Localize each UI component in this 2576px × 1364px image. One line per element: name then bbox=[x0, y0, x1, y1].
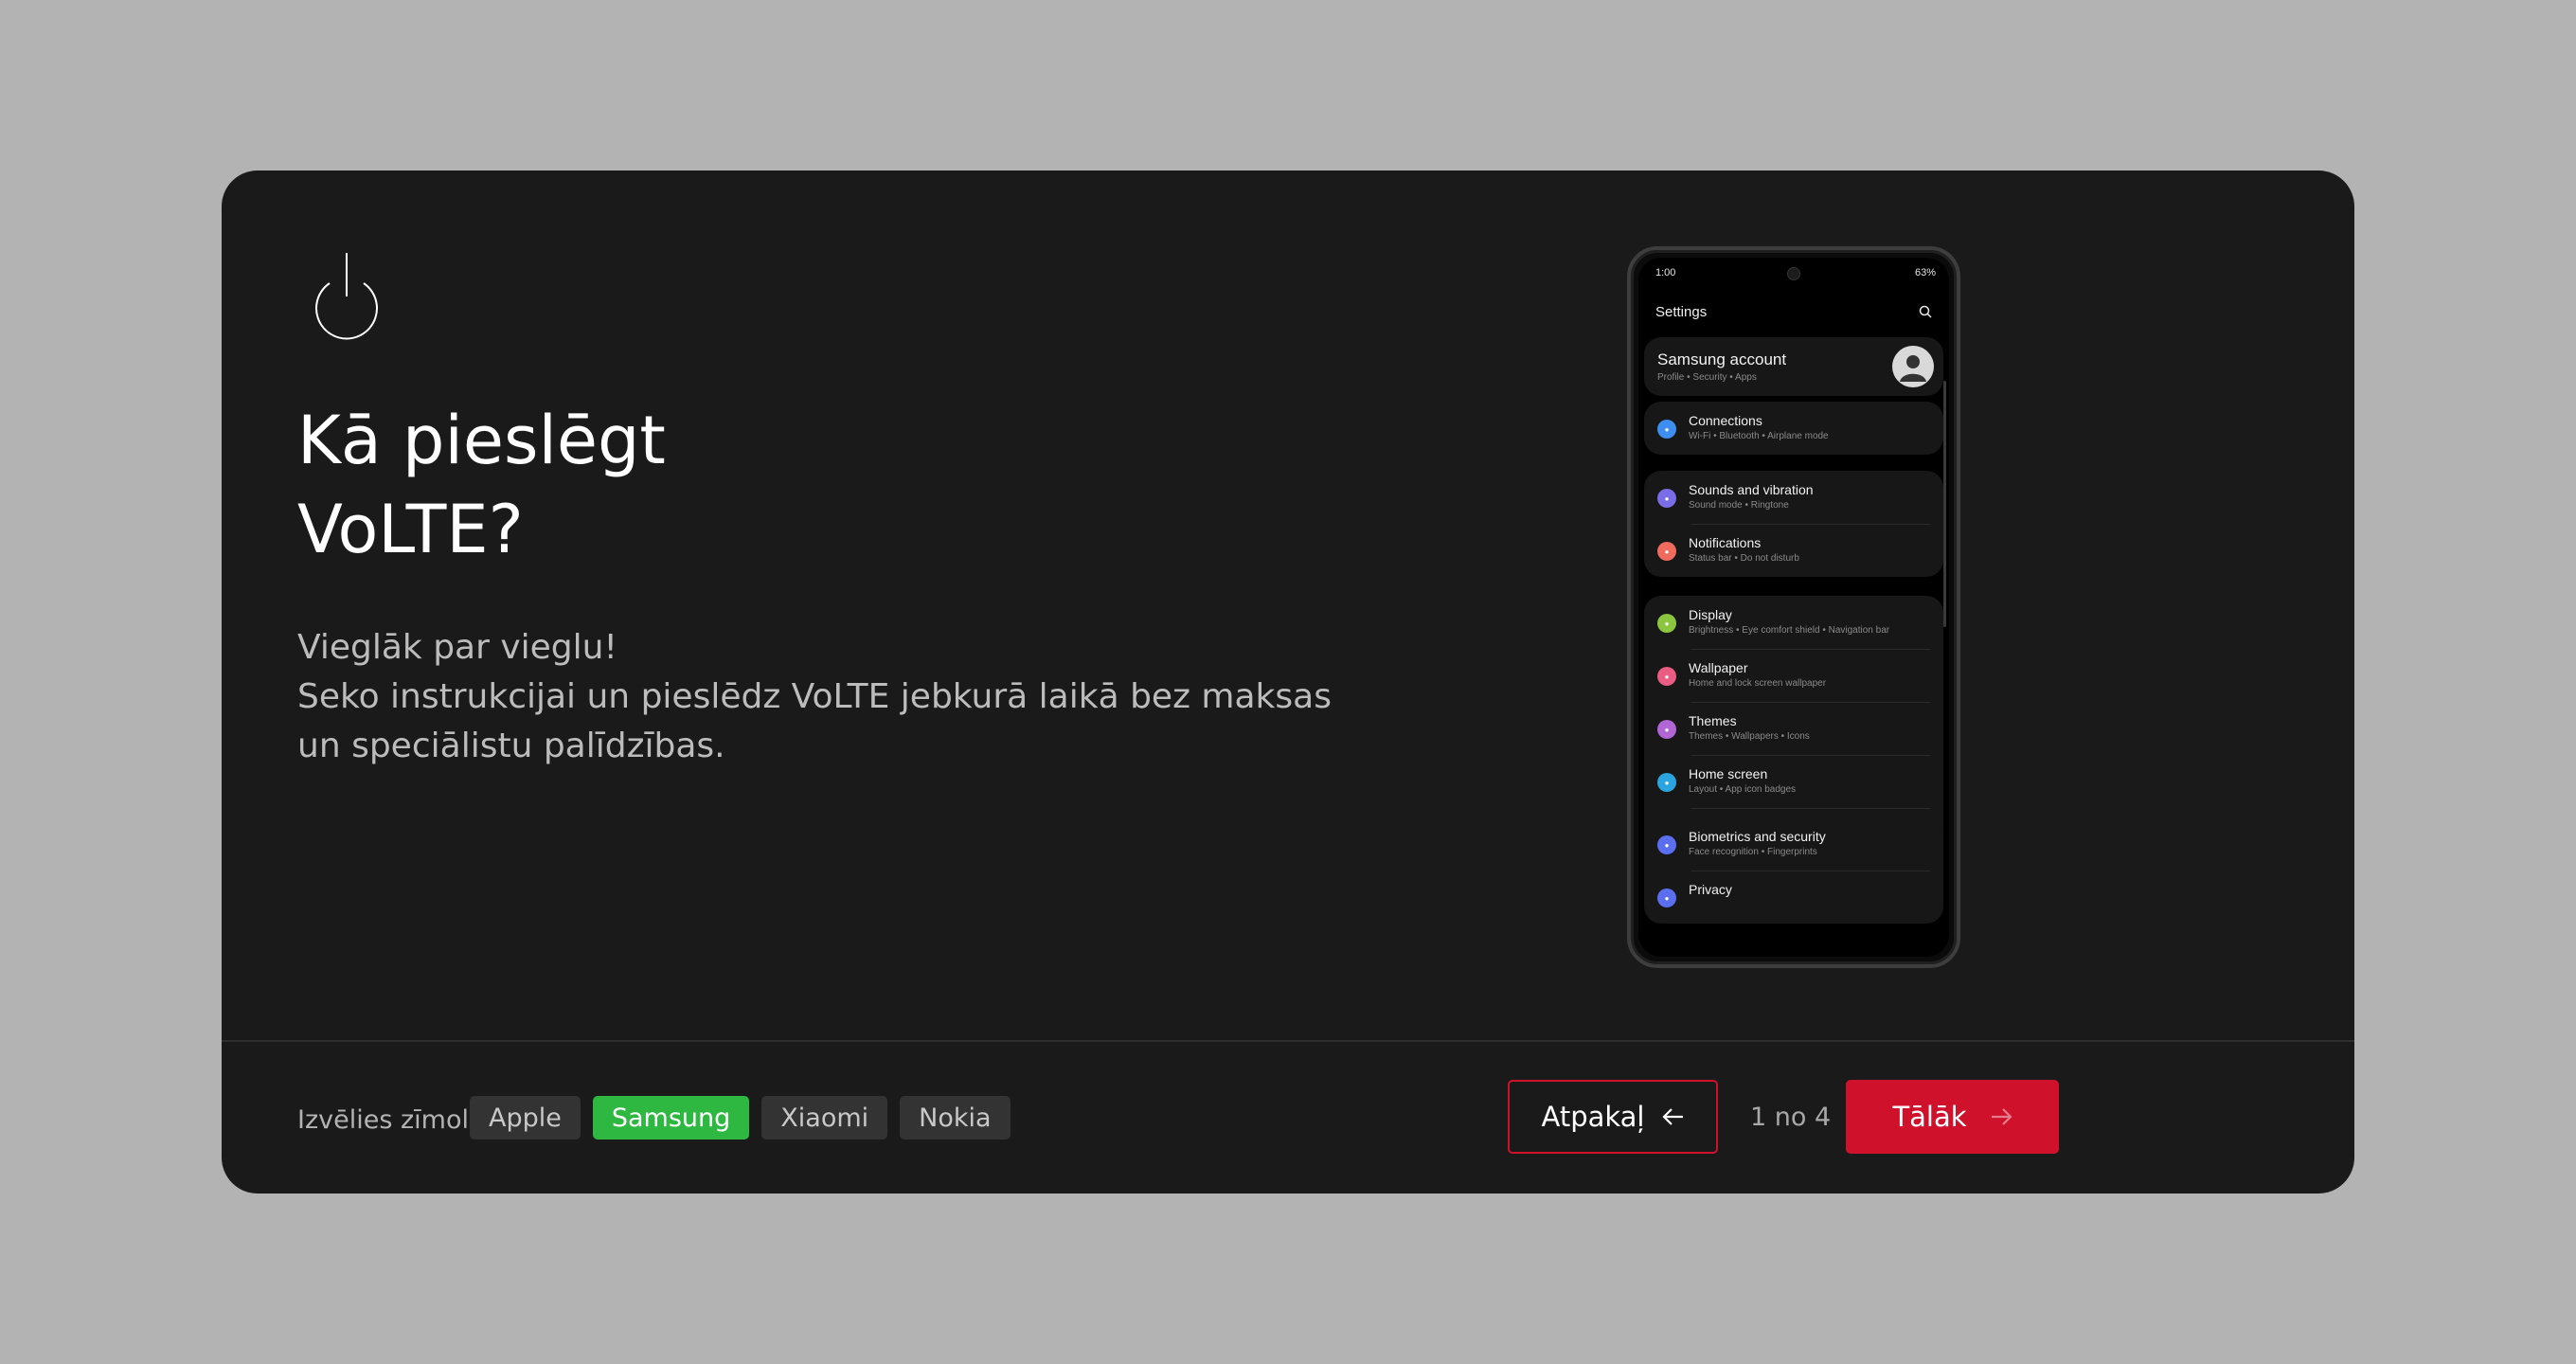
settings-item-subtitle: Sound mode • Ringtone bbox=[1689, 500, 1789, 511]
home-icon: ● bbox=[1657, 773, 1676, 792]
volte-card: Kā pieslēgt VoLTE? Vieglāk par vieglu! S… bbox=[222, 170, 2354, 1194]
settings-item-subtitle: Brightness • Eye comfort shield • Naviga… bbox=[1689, 625, 1890, 636]
settings-item[interactable]: ● Wallpaper Home and lock screen wallpaper bbox=[1644, 649, 1943, 702]
description-line-1: Vieglāk par vieglu! bbox=[297, 628, 617, 667]
settings-item-subtitle: Status bar • Do not disturb bbox=[1689, 553, 1799, 564]
settings-item[interactable]: ● Privacy bbox=[1644, 870, 1943, 924]
shield-icon: ● bbox=[1657, 835, 1676, 854]
settings-item[interactable]: ● Biometrics and security Face recognition… bbox=[1644, 817, 1943, 870]
bell-icon: ● bbox=[1657, 542, 1676, 561]
settings-item-title: Connections bbox=[1689, 413, 1762, 428]
arrow-right-icon bbox=[1991, 1108, 2012, 1125]
description: Vieglāk par vieglu! Seko instrukcijai un… bbox=[297, 623, 1339, 771]
next-button[interactable]: Tālāk bbox=[1846, 1080, 2059, 1154]
status-time: 1:00 bbox=[1655, 267, 1676, 278]
camera-icon bbox=[1787, 267, 1800, 280]
page-title: Kā pieslēgt VoLTE? bbox=[297, 396, 960, 574]
settings-item[interactable]: ● Display Brightness • Eye comfort shield … bbox=[1644, 596, 1943, 649]
description-line-2: Seko instrukcijai un pieslēdz VoLTE jebk… bbox=[297, 677, 1332, 716]
image-icon: ● bbox=[1657, 667, 1676, 686]
power-icon bbox=[315, 253, 378, 340]
settings-item-subtitle: Wi-Fi • Bluetooth • Airplane mode bbox=[1689, 431, 1829, 441]
brand-selector: Apple Samsung Xiaomi Nokia bbox=[470, 1096, 1011, 1140]
settings-item-title: Home screen bbox=[1689, 766, 1768, 781]
settings-item-subtitle: Home and lock screen wallpaper bbox=[1689, 678, 1827, 689]
back-button[interactable]: Atpakaļ bbox=[1508, 1080, 1718, 1154]
settings-item-subtitle: Face recognition • Fingerprints bbox=[1689, 847, 1817, 857]
settings-group: ● Biometrics and security Face recognition… bbox=[1644, 817, 1943, 924]
speaker-icon: ● bbox=[1657, 489, 1676, 508]
settings-item-title: Themes bbox=[1689, 713, 1737, 728]
sun-icon: ● bbox=[1657, 614, 1676, 633]
settings-item-title: Sounds and vibration bbox=[1689, 482, 1814, 497]
settings-item[interactable]: ● Themes Themes • Wallpapers • Icons bbox=[1644, 702, 1943, 755]
settings-group: ● Connections Wi-Fi • Bluetooth • Airplane… bbox=[1644, 402, 1943, 455]
account-card[interactable]: Samsung account Profile • Security • App… bbox=[1644, 337, 1943, 396]
privacy-icon: ● bbox=[1657, 888, 1676, 907]
footer-divider bbox=[222, 1040, 2354, 1042]
status-battery: 63% bbox=[1914, 267, 1936, 278]
next-button-label: Tālāk bbox=[1892, 1101, 1967, 1133]
brand-samsung[interactable]: Samsung bbox=[592, 1096, 750, 1140]
settings-group: ● Sounds and vibration Sound mode • Ringto… bbox=[1644, 471, 1943, 577]
brand-apple[interactable]: Apple bbox=[470, 1096, 581, 1140]
scrollbar[interactable] bbox=[1943, 381, 1946, 627]
avatar-icon bbox=[1892, 346, 1934, 387]
arrow-left-icon bbox=[1661, 1108, 1683, 1125]
settings-title: Settings bbox=[1655, 303, 1708, 320]
description-line-3: un speciālistu palīdzības. bbox=[297, 727, 725, 765]
brand-xiaomi[interactable]: Xiaomi bbox=[761, 1096, 888, 1140]
settings-item[interactable]: ● Notifications Status bar • Do not distur… bbox=[1644, 524, 1943, 577]
brand-label: Izvēlies zīmolu: bbox=[297, 1105, 494, 1135]
wifi-icon: ● bbox=[1657, 420, 1676, 439]
settings-item[interactable]: ● Sounds and vibration Sound mode • Ringto… bbox=[1644, 471, 1943, 524]
back-button-label: Atpakaļ bbox=[1541, 1101, 1645, 1133]
title-line-1: Kā pieslēgt bbox=[297, 402, 666, 479]
settings-header: Settings bbox=[1655, 299, 1932, 324]
phone-screen: 1:00 63% Settings Samsung account Profil… bbox=[1638, 258, 1949, 957]
settings-item-subtitle: Themes • Wallpapers • Icons bbox=[1689, 731, 1810, 742]
brand-nokia[interactable]: Nokia bbox=[900, 1096, 1011, 1140]
phone-mockup: 1:00 63% Settings Samsung account Profil… bbox=[1627, 246, 1960, 968]
account-title: Samsung account bbox=[1657, 350, 1787, 368]
account-subtitle: Profile • Security • Apps bbox=[1657, 372, 1757, 383]
settings-item[interactable]: ● Home screen Layout • App icon badges bbox=[1644, 755, 1943, 808]
title-line-2: VoLTE? bbox=[297, 491, 524, 568]
settings-item-title: Display bbox=[1689, 607, 1732, 622]
settings-item-title: Biometrics and security bbox=[1689, 829, 1826, 844]
search-icon[interactable] bbox=[1919, 305, 1932, 318]
settings-item-title: Notifications bbox=[1689, 535, 1762, 550]
page-indicator: 1 no 4 bbox=[1750, 1103, 1832, 1132]
settings-item-title: Privacy bbox=[1689, 882, 1732, 897]
settings-item-title: Wallpaper bbox=[1689, 660, 1748, 675]
settings-item-subtitle: Layout • App icon badges bbox=[1689, 784, 1797, 795]
brush-icon: ● bbox=[1657, 720, 1676, 739]
settings-item[interactable]: ● Connections Wi-Fi • Bluetooth • Airplane… bbox=[1644, 402, 1943, 455]
